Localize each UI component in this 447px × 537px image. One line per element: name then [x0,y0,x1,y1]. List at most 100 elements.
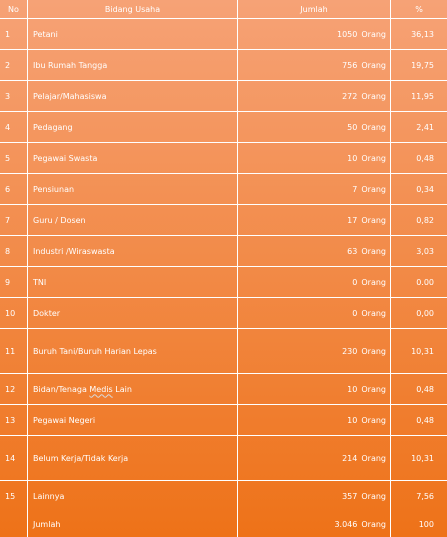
row-number: 15 [0,481,28,512]
row-bidang-usaha-text: Pelajar/Mahasiswa [33,91,107,101]
table-row: 9 TNI 0 Orang 0.00 [0,267,447,298]
row-jumlah-unit: Orang [361,60,386,70]
row-number: 12 [0,374,28,404]
row-jumlah-value: 230 [342,346,358,356]
table-row: 13 Pegawai Negeri 10 Orang 0,48 [0,405,447,436]
row-jumlah-value: 272 [342,91,358,101]
row-percent: 10,31 [411,453,434,463]
row-bidang-usaha: Ibu Rumah Tangga [28,50,238,80]
table-row: 8 Industri /Wiraswasta 63 Orang 3,03 [0,236,447,267]
table-row: 11 Buruh Tani/Buruh Harian Lepas 230 Orang 1… [0,329,447,374]
row-jumlah: 50 Orang [238,112,391,142]
row-jumlah: 756 Orang [238,50,391,80]
row-bidang-usaha: Lainnya [28,481,238,512]
row-percent: 0,00 [416,308,434,318]
row-jumlah-value: 0 [352,308,358,318]
row-number: 5 [0,143,28,173]
row-jumlah-value: 10 [347,153,358,163]
table-row: 1 Petani 1050 Orang 36,13 [0,19,447,50]
row-jumlah-unit: Orang [361,91,386,101]
table-row: 3 Pelajar/Mahasiswa 272 Orang 11,95 [0,81,447,112]
row-jumlah: 0 Orang [238,267,391,297]
total-percent: 100 [418,520,434,529]
row-bidang-usaha-text: Guru / Dosen [33,215,86,225]
row-jumlah-value: 50 [347,122,358,132]
row-bidang-usaha: Pedagang [28,112,238,142]
table-row: 2 Ibu Rumah Tangga 756 Orang 19,75 [0,50,447,81]
row-percent: 0,82 [416,215,434,225]
row-bidang-usaha: Buruh Tani/Buruh Harian Lepas [28,329,238,373]
row-bidang-usaha-text: Ibu Rumah Tangga [33,60,108,70]
row-jumlah: 7 Orang [238,174,391,204]
row-bidang-usaha: Bidan/Tenaga Medis Lain [28,374,238,404]
row-percent: 10,31 [411,346,434,356]
row-bidang-usaha: Guru / Dosen [28,205,238,235]
row-jumlah-value: 756 [342,60,358,70]
row-jumlah-unit: Orang [361,415,386,425]
row-percent: 19,75 [411,60,434,70]
row-jumlah: 214 Orang [238,436,391,480]
row-number: 6 [0,174,28,204]
row-number: 7 [0,205,28,235]
row-jumlah-unit: Orang [361,246,386,256]
total-jumlah-value: 3.046 [334,520,358,529]
row-bidang-usaha: Pegawai Negeri [28,405,238,435]
row-percent: 0.00 [416,277,434,287]
row-bidang-usaha: Petani [28,19,238,49]
row-jumlah-unit: Orang [361,184,386,194]
row-jumlah-value: 0 [352,277,358,287]
row-bidang-usaha-text: Pegawai Swasta [33,153,98,163]
row-jumlah: 0 Orang [238,298,391,328]
header-percent: % [415,4,423,14]
row-bidang-usaha-text: TNI [33,277,47,287]
table-row: 10 Dokter 0 Orang 0,00 [0,298,447,329]
row-jumlah-value: 7 [352,184,358,194]
header-jumlah: Jumlah [238,0,391,18]
row-bidang-usaha-text: Pegawai Negeri [33,415,96,425]
row-bidang-usaha-text: Lainnya [33,492,65,501]
row-jumlah-unit: Orang [361,215,386,225]
row-bidang-usaha: Industri /Wiraswasta [28,236,238,266]
row-percent: 0,48 [416,153,434,163]
row-number: 8 [0,236,28,266]
row-bidang-usaha-text: Pensiunan [33,184,75,194]
row-jumlah: 10 Orang [238,143,391,173]
header-no: No [0,0,28,18]
row-jumlah-value: 10 [347,384,358,394]
row-jumlah-unit: Orang [361,308,386,318]
spellcheck-underline: Medis [89,384,113,394]
row-percent: 0,48 [416,384,434,394]
row-jumlah: 1050 Orang [238,19,391,49]
table-row: 6 Pensiunan 7 Orang 0,34 [0,174,447,205]
row-bidang-usaha-text: Dokter [33,308,61,318]
table-row: 4 Pedagang 50 Orang 2,41 [0,112,447,143]
row-bidang-usaha: Pelajar/Mahasiswa [28,81,238,111]
row-percent: 2,41 [416,122,434,132]
row-bidang-usaha: Dokter [28,298,238,328]
row-jumlah-value: 63 [347,246,358,256]
row-jumlah-unit: Orang [361,346,386,356]
row-jumlah-unit: Orang [361,153,386,163]
row-jumlah: 10 Orang [238,374,391,404]
occupation-table: No Bidang Usaha Jumlah % 1 Petani 1050 Oran… [0,0,447,537]
header-bidang-usaha: Bidang Usaha [28,0,238,18]
row-number: 1 [0,19,28,49]
row-jumlah-unit: Orang [361,277,386,287]
row-percent: 11,95 [411,91,434,101]
row-number: 2 [0,50,28,80]
row-number: 4 [0,112,28,142]
row-jumlah-unit: Orang [361,122,386,132]
row-jumlah-value: 214 [342,453,358,463]
row-jumlah: 10 Orang [238,405,391,435]
row-number: 3 [0,81,28,111]
table-row: 14 Belum Kerja/Tidak Kerja 214 Orang 10,31 [0,436,447,481]
table-row: 12 Bidan/Tenaga Medis Lain 10 Orang 0,48 [0,374,447,405]
row-jumlah-unit: Orang [361,29,386,39]
row-bidang-usaha-text: Belum Kerja/Tidak Kerja [33,453,129,463]
row-jumlah: 272 Orang [238,81,391,111]
row-number: 11 [0,329,28,373]
row-bidang-usaha-text: Petani [33,29,58,39]
row-percent: 0,34 [416,184,434,194]
row-bidang-usaha-text: Buruh Tani/Buruh Harian Lepas [33,346,157,356]
table-row: 7 Guru / Dosen 17 Orang 0,82 [0,205,447,236]
